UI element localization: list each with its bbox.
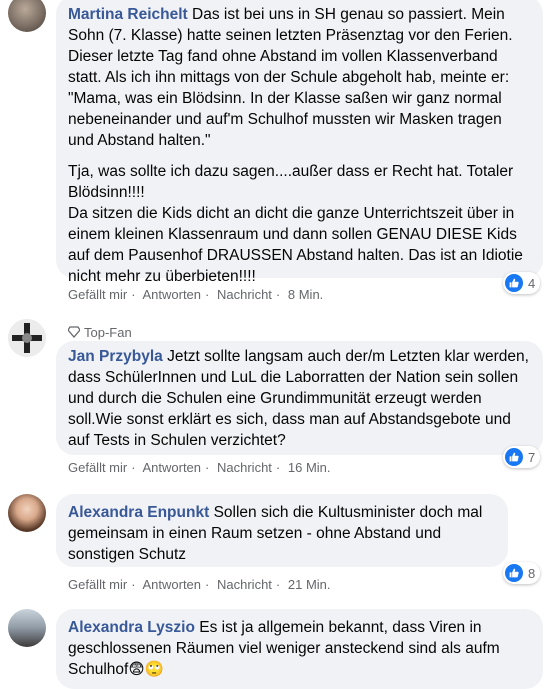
like-link[interactable]: Gefällt mir (68, 287, 127, 302)
like-link[interactable]: Gefällt mir (68, 460, 127, 475)
message-link[interactable]: Nachricht (217, 287, 272, 302)
comment-actions: Gefällt mir · Antworten · Nachricht · 8 Min… (68, 287, 324, 302)
timestamp[interactable]: 21 Min. (288, 577, 331, 592)
reply-link[interactable]: Antworten (142, 287, 201, 302)
comment-bubble: Martina Reichelt Das ist bei uns in SH g… (56, 0, 543, 285)
message-link[interactable]: Nachricht (217, 460, 272, 475)
reaction-number: 7 (528, 449, 536, 465)
reaction-number: 4 (528, 275, 536, 291)
comment-actions: Gefällt mir · Antworten · Nachricht · 21 Mi… (68, 577, 331, 592)
top-fan-badge: Top-Fan (68, 325, 132, 340)
author-name[interactable]: Martina Reichelt (68, 6, 188, 23)
timestamp[interactable]: 16 Min. (288, 460, 331, 475)
reaction-count[interactable]: 4 (503, 272, 541, 294)
comment-bubble: Alexandra Enpunkt Sollen sich die Kultus… (56, 494, 508, 567)
comment-text: Tja, was sollte ich dazu sagen....außer … (68, 163, 523, 285)
reply-link[interactable]: Antworten (142, 460, 201, 475)
reaction-count[interactable]: 8 (503, 562, 541, 584)
like-icon (505, 564, 523, 582)
diamond-icon (68, 326, 80, 338)
author-name[interactable]: Alexandra Lyszio (68, 619, 195, 636)
avatar[interactable] (8, 0, 46, 32)
comment-actions: Gefällt mir · Antworten · Nachricht · 16 Mi… (68, 460, 331, 475)
comment-text: Das ist bei uns in SH genau so passiert.… (68, 6, 517, 149)
comment-bubble: Jan Przybyla Jetzt sollte langsam auch d… (56, 341, 543, 455)
reply-link[interactable]: Antworten (142, 577, 201, 592)
avatar[interactable] (8, 494, 46, 532)
like-icon (505, 274, 523, 292)
comment-bubble: Alexandra Lyszio Es ist ja allgemein bek… (56, 609, 543, 689)
reaction-number: 8 (528, 565, 536, 581)
timestamp[interactable]: 8 Min. (288, 287, 323, 302)
avatar[interactable] (8, 319, 46, 357)
author-name[interactable]: Alexandra Enpunkt (68, 504, 209, 521)
avatar[interactable] (8, 609, 46, 647)
reaction-count[interactable]: 7 (503, 446, 541, 468)
message-link[interactable]: Nachricht (217, 577, 272, 592)
author-name[interactable]: Jan Przybyla (68, 348, 163, 365)
like-link[interactable]: Gefällt mir (68, 577, 127, 592)
like-icon (505, 448, 523, 466)
